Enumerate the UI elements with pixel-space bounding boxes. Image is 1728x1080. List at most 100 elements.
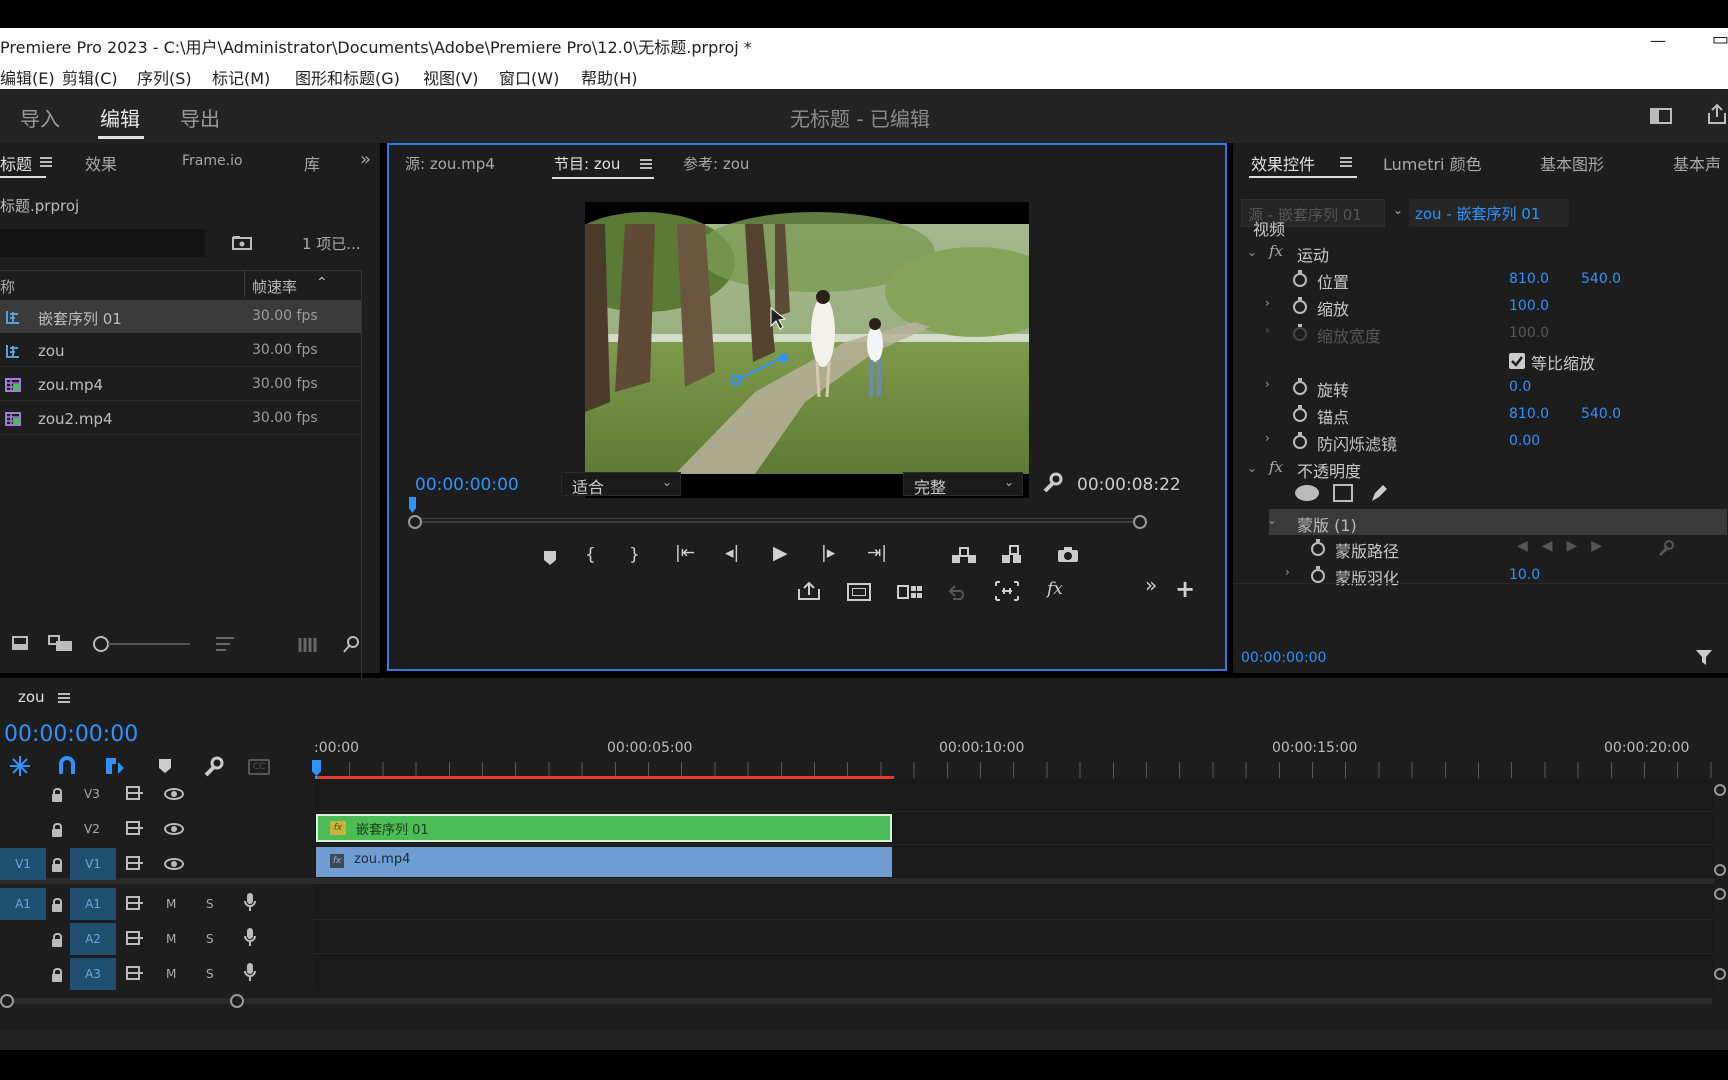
toggle-sync-lock-icon[interactable] xyxy=(126,821,144,835)
add-marker-icon[interactable] xyxy=(158,758,172,774)
lift-icon[interactable] xyxy=(951,545,977,565)
zoom-slider-track[interactable] xyxy=(108,643,190,645)
project-item[interactable]: 嵌套序列 01 30.00 fps xyxy=(0,300,361,333)
solo-button[interactable]: S xyxy=(206,967,214,981)
step-forward-icon[interactable]: |▸ xyxy=(821,543,835,563)
chevron-down-icon[interactable]: ⌄ xyxy=(1393,203,1403,217)
tab-edit[interactable]: 编辑 xyxy=(100,103,140,132)
mark-out-icon[interactable]: } xyxy=(629,545,640,565)
icon-view-icon[interactable] xyxy=(48,635,74,653)
effect-controls-menu-icon[interactable] xyxy=(1340,157,1352,167)
vertical-scroll-handle[interactable] xyxy=(1714,888,1726,900)
quality-dropdown[interactable]: 完整 ⌄ xyxy=(903,472,1023,497)
antiflicker-value[interactable]: 0.00 xyxy=(1509,433,1540,449)
timeline-timecode[interactable]: 00:00:00:00 xyxy=(4,722,138,747)
mark-in-icon[interactable]: { xyxy=(585,545,596,565)
column-name[interactable]: 称 xyxy=(0,276,15,297)
pen-mask-icon[interactable] xyxy=(1369,481,1391,503)
new-bin-icon[interactable] xyxy=(232,235,252,250)
scale-value[interactable]: 100.0 xyxy=(1509,298,1549,314)
menu-edit[interactable]: 编辑(E) xyxy=(0,65,55,89)
play-icon[interactable]: ▶ xyxy=(773,542,788,564)
time-ruler[interactable] xyxy=(409,511,1147,519)
fx-icon[interactable]: fx xyxy=(1269,242,1283,260)
menu-graphics[interactable]: 图形和标题(G) xyxy=(295,65,400,89)
zoom-bar[interactable] xyxy=(409,521,1147,523)
insert-icon[interactable] xyxy=(797,581,821,601)
program-menu-icon[interactable] xyxy=(640,159,652,169)
horizontal-scrollbar[interactable] xyxy=(6,998,1712,1004)
automate-to-sequence-icon[interactable] xyxy=(298,638,320,652)
toggle-sync-lock-icon[interactable] xyxy=(126,966,144,980)
vertical-scroll-handle[interactable] xyxy=(1714,864,1726,876)
lock-icon[interactable] xyxy=(52,858,62,872)
tab-library[interactable]: 库 xyxy=(304,151,320,175)
rectangle-mask-icon[interactable] xyxy=(1333,484,1353,502)
playhead-timecode[interactable]: 00:00:00:00 xyxy=(415,475,519,495)
nest-toggle-icon[interactable] xyxy=(10,756,30,776)
safe-margins-icon[interactable] xyxy=(847,583,871,601)
mute-button[interactable]: M xyxy=(166,932,176,946)
menu-sequence[interactable]: 序列(S) xyxy=(137,65,192,89)
timeline-menu-icon[interactable] xyxy=(58,693,70,703)
position-x-value[interactable]: 810.0 xyxy=(1509,271,1549,287)
fx-icon[interactable]: fx xyxy=(1269,458,1283,476)
anchor-x-value[interactable]: 810.0 xyxy=(1509,406,1549,422)
tab-essential-graphics[interactable]: 基本图形 xyxy=(1540,151,1604,175)
sort-ascending-icon[interactable]: ⌃ xyxy=(316,275,328,291)
add-marker-icon[interactable] xyxy=(543,550,557,566)
lock-icon[interactable] xyxy=(52,968,62,982)
chevron-down-icon[interactable]: ⌄ xyxy=(1267,513,1277,527)
lock-icon[interactable] xyxy=(52,898,62,912)
source-patch-v1[interactable]: V1 xyxy=(0,848,46,880)
menu-clip[interactable]: 剪辑(C) xyxy=(62,65,118,89)
video-audio-divider[interactable] xyxy=(0,878,1714,884)
track-label-a2[interactable]: A2 xyxy=(70,923,116,955)
tab-project[interactable]: 标题 xyxy=(0,151,32,175)
linked-selection-icon[interactable] xyxy=(104,756,124,776)
tab-effect-controls[interactable]: 效果控件 xyxy=(1251,151,1315,175)
extract-icon[interactable] xyxy=(1001,545,1027,565)
tab-lumetri[interactable]: Lumetri 颜色 xyxy=(1383,151,1482,175)
mute-button[interactable]: M xyxy=(166,897,176,911)
microphone-icon[interactable] xyxy=(244,893,256,913)
column-fps[interactable]: 帧速率 xyxy=(252,276,297,297)
tab-frameio[interactable]: Frame.io xyxy=(182,153,243,169)
mute-button[interactable]: M xyxy=(166,967,176,981)
lock-icon[interactable] xyxy=(52,933,62,947)
minimize-button[interactable]: — xyxy=(1650,31,1666,50)
stopwatch-icon[interactable] xyxy=(1293,270,1307,287)
project-item[interactable]: zou 30.00 fps xyxy=(0,334,361,367)
uniform-scale-checkbox[interactable] xyxy=(1509,353,1525,369)
search-input[interactable] xyxy=(0,229,205,257)
position-y-value[interactable]: 540.0 xyxy=(1581,271,1621,287)
tab-import[interactable]: 导入 xyxy=(20,103,60,132)
zoom-bar-left-handle[interactable] xyxy=(408,515,422,529)
solo-button[interactable]: S xyxy=(206,897,214,911)
track-label-v2[interactable]: V2 xyxy=(84,822,100,836)
go-to-out-icon[interactable]: ⇥| xyxy=(867,543,887,563)
eye-icon[interactable] xyxy=(164,823,184,835)
snap-icon[interactable] xyxy=(58,756,76,776)
chevron-right-icon[interactable]: › xyxy=(1265,431,1270,445)
track-label-v3[interactable]: V3 xyxy=(84,787,100,801)
track-label-v1[interactable]: V1 xyxy=(70,848,116,880)
lock-icon[interactable] xyxy=(52,823,62,837)
stopwatch-icon[interactable] xyxy=(1293,378,1307,395)
rotation-value[interactable]: 0.0 xyxy=(1509,379,1531,395)
chevron-down-icon[interactable]: ⌄ xyxy=(1247,245,1257,259)
multi-camera-icon[interactable] xyxy=(897,583,923,601)
vertical-scroll-handle[interactable] xyxy=(1714,784,1726,796)
wrench-icon[interactable] xyxy=(202,756,224,778)
mask-vertex[interactable] xyxy=(780,354,788,362)
tab-export[interactable]: 导出 xyxy=(180,103,220,132)
comparison-view-icon[interactable] xyxy=(995,581,1019,601)
zoom-bar-right-handle[interactable] xyxy=(1133,515,1147,529)
go-to-in-icon[interactable]: |⇤ xyxy=(675,543,695,563)
menu-help[interactable]: 帮助(H) xyxy=(581,65,638,89)
toggle-sync-lock-icon[interactable] xyxy=(126,786,144,800)
lock-icon[interactable] xyxy=(52,788,62,802)
toggle-sync-lock-icon[interactable] xyxy=(126,931,144,945)
tab-essential-sound[interactable]: 基本声 xyxy=(1673,151,1721,175)
project-item[interactable]: zou2.mp4 30.00 fps xyxy=(0,402,361,435)
